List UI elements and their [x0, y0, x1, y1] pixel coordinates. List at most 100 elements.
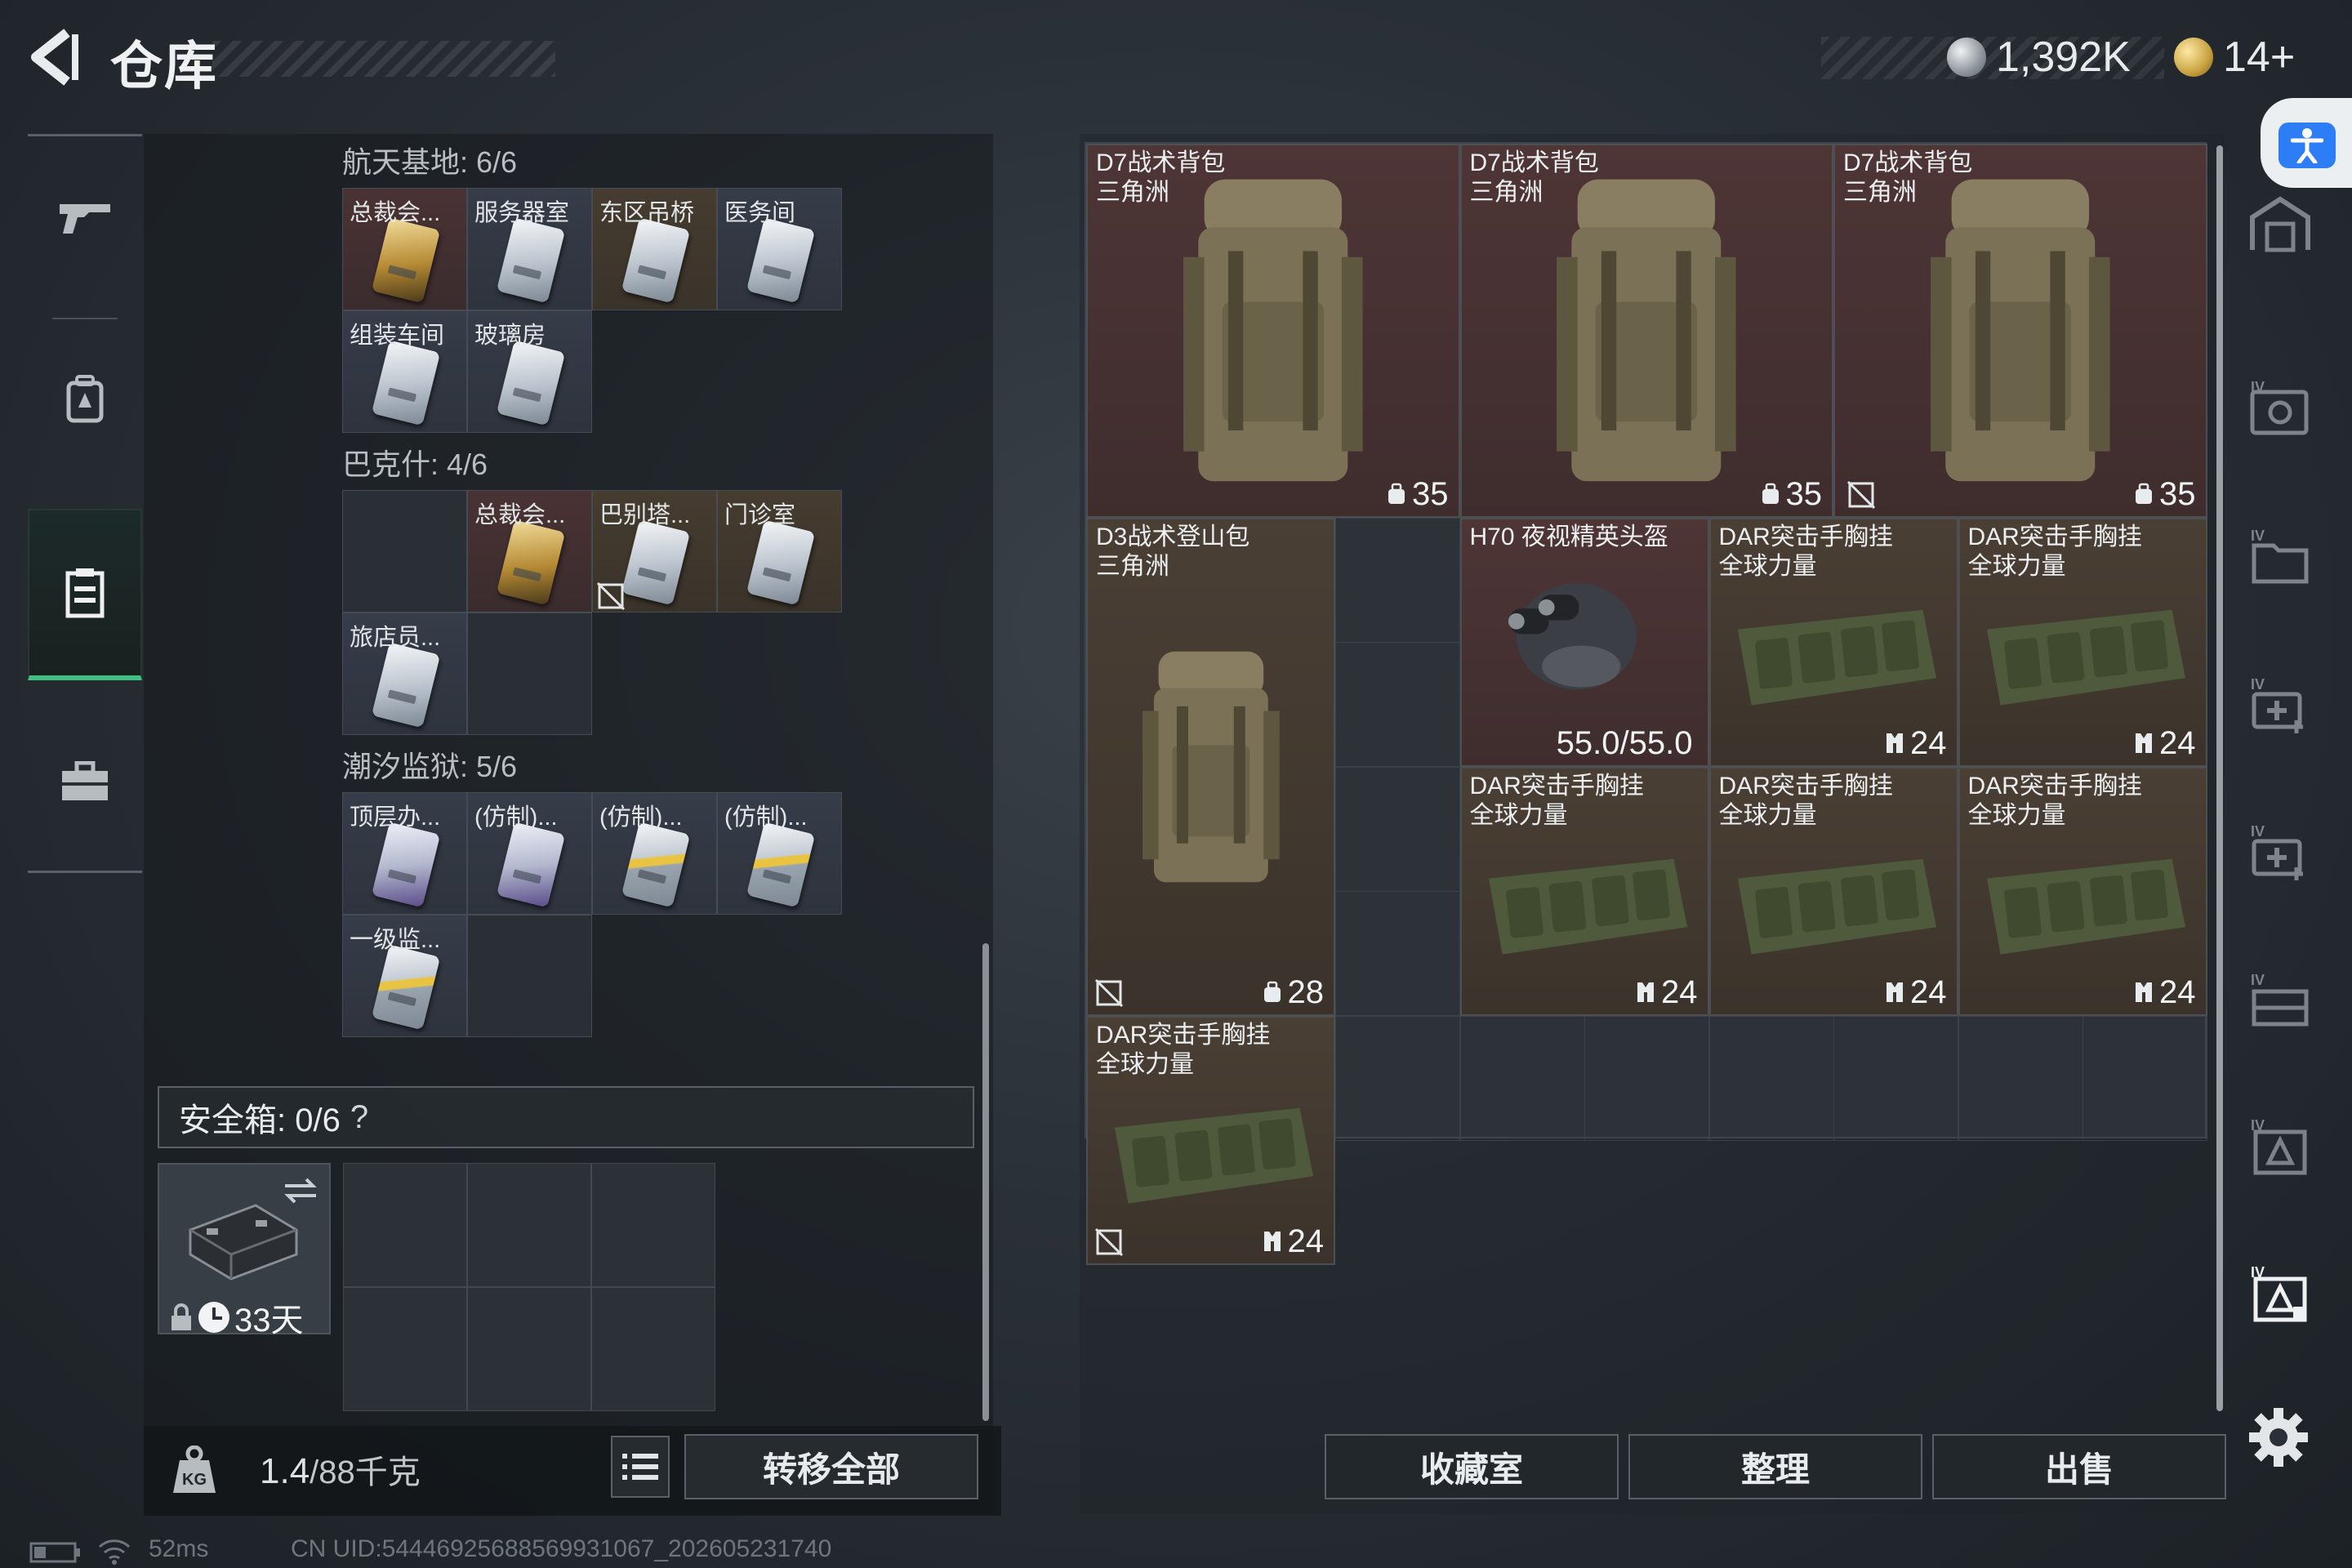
gold-currency[interactable]: 14+ — [2174, 31, 2295, 83]
keycard-slot[interactable]: 一级监... — [342, 915, 467, 1037]
stash-slot[interactable] — [1335, 642, 1460, 767]
item-capacity-value: 35 — [1785, 475, 1823, 512]
keycard-slot[interactable]: 总裁会... — [342, 188, 467, 310]
category-iv-server[interactable]: IV — [2239, 951, 2321, 1049]
no-insurance-icon — [1094, 1227, 1124, 1256]
safe-slot[interactable] — [467, 1163, 591, 1287]
stash-item-backpack[interactable]: D3战术登山包 三角洲 28 — [1086, 517, 1335, 1016]
category-all[interactable] — [2239, 175, 2321, 273]
keycard-slot[interactable]: 门诊室 — [717, 490, 842, 612]
stash-slot[interactable] — [1958, 1015, 2083, 1141]
safe-slot[interactable] — [591, 1287, 715, 1411]
safe-box-help-button[interactable]: ? — [350, 1099, 368, 1136]
stash-slot[interactable] — [1335, 1015, 1460, 1141]
chest-rig-item-icon — [1488, 858, 1687, 955]
keycard-slot[interactable]: 总裁会... — [467, 490, 592, 612]
safe-slot[interactable] — [467, 1287, 591, 1411]
stash-item-vest[interactable]: DAR突击手胸挂 全球力量 24 — [1459, 766, 1709, 1016]
organize-button[interactable]: 整理 — [1628, 1434, 1922, 1499]
safe-box-label: 安全箱: 0/6 — [179, 1102, 341, 1138]
keycard-slot-empty[interactable] — [342, 490, 467, 612]
nav-stash[interactable] — [28, 509, 142, 680]
keycard-slot-empty[interactable] — [467, 612, 592, 735]
back-button[interactable] — [24, 24, 90, 98]
ping-display: 52ms — [149, 1535, 209, 1562]
category-iv-folder[interactable]: IV — [2239, 510, 2321, 608]
keycard-slot[interactable]: 服务器室 — [467, 188, 592, 310]
no-insurance-icon — [596, 581, 626, 611]
stash-item-vest[interactable]: DAR突击手胸挂 全球力量 24 — [1708, 517, 1958, 767]
collection-room-button[interactable]: 收藏室 — [1325, 1434, 1619, 1499]
item-capacity: 24 — [1262, 1223, 1325, 1260]
left-scrollbar[interactable] — [982, 943, 989, 1421]
item-capacity: 24 — [2133, 725, 2196, 762]
sell-button[interactable]: 出售 — [1932, 1434, 2226, 1499]
keycard-icon — [371, 944, 441, 1031]
silver-currency[interactable]: 1,392K — [1947, 31, 2131, 83]
stash-slot[interactable] — [1584, 1015, 1709, 1141]
keycard-slot[interactable]: 医务间 — [717, 188, 842, 310]
keycard-slot-empty[interactable] — [467, 915, 592, 1037]
category-iv-triangle-selected[interactable]: IV — [2239, 1245, 2321, 1343]
stash-slot[interactable] — [1459, 1015, 1585, 1141]
chest-rig-item-icon — [1115, 1107, 1314, 1204]
stash-item-backpack[interactable]: D7战术背包 三角洲 35 — [1086, 144, 1460, 518]
safe-slot[interactable] — [343, 1287, 467, 1411]
weight-display: 1.4/88千克 — [260, 1446, 421, 1493]
stash-item-vest[interactable]: DAR突击手胸挂 全球力量 24 — [1708, 766, 1958, 1016]
keycard-slot[interactable]: (仿制)... — [592, 792, 717, 915]
stash-slot[interactable] — [1335, 766, 1460, 892]
keycard-group-grid: 总裁会... 巴别塔... 门诊室 旅店员... — [342, 490, 842, 735]
tier-medical-icon: IV — [2251, 823, 2303, 880]
keycard-slot[interactable]: 顶层办... — [342, 792, 467, 915]
stash-item-vest[interactable]: DAR突击手胸挂 全球力量 24 — [1086, 1015, 1335, 1265]
keycard-label: 门诊室 — [724, 502, 796, 528]
keycard-slot[interactable]: 旅店员... — [342, 612, 467, 735]
stash-item-backpack[interactable]: D7战术背包 三角洲 35 — [1459, 144, 1833, 518]
safe-slot[interactable] — [591, 1163, 715, 1287]
stash-slot[interactable] — [2082, 1015, 2207, 1141]
item-capacity-value: 24 — [1287, 1223, 1325, 1259]
keycard-slot[interactable]: (仿制)... — [467, 792, 592, 915]
keycard-slot[interactable]: (仿制)... — [717, 792, 842, 915]
item-capacity: 35 — [1760, 475, 1823, 513]
nav-weapons[interactable] — [28, 136, 142, 300]
category-iv-medical-2[interactable]: IV — [2239, 804, 2321, 902]
stash-item-helmet[interactable]: H70 夜视精英头盔 55.0/55.0 — [1459, 517, 1709, 767]
safe-slot[interactable] — [343, 1163, 467, 1287]
keycard-slot[interactable]: 组装车间 — [342, 310, 467, 433]
keycard-slot[interactable]: 东区吊桥 — [592, 188, 717, 310]
stash-grid[interactable]: D7战术背包 三角洲 35 D7战术背包 三角洲 35 D7战术背包 三角洲 35 D3战术… — [1085, 142, 2207, 1265]
stash-item-vest[interactable]: DAR突击手胸挂 全球力量 24 — [1958, 517, 2207, 767]
keycard-icon — [746, 217, 816, 304]
uid-display: CN UID:5444692568856993106​7_20260523174… — [291, 1535, 832, 1562]
stash-slot[interactable] — [1833, 1015, 1958, 1141]
vest-capacity-icon — [1886, 982, 1903, 1002]
safe-box-item[interactable]: 33天 — [158, 1163, 331, 1339]
stash-slot[interactable] — [1335, 517, 1460, 643]
stash-item-backpack[interactable]: D7战术背包 三角洲 35 — [1833, 144, 2207, 518]
stash-item-vest[interactable]: DAR突击手胸挂 全球力量 24 — [1958, 766, 2207, 1016]
stash-slot[interactable] — [1335, 891, 1460, 1016]
chest-rig-item-icon — [1737, 858, 1936, 955]
item-name: DAR突击手胸挂 全球力量 — [1718, 772, 1893, 829]
gun-icon — [60, 204, 110, 234]
wifi-icon — [98, 1539, 131, 1565]
settings-gear-icon[interactable] — [2247, 1406, 2310, 1468]
keycard-label: 顶层办... — [350, 804, 441, 831]
nav-backpack[interactable] — [28, 318, 142, 481]
safe-box-grid[interactable] — [343, 1163, 715, 1413]
tier-folder-icon: IV — [2251, 528, 2309, 584]
keycard-label: 组装车间 — [350, 323, 445, 349]
chest-rig-item-icon — [1986, 858, 2185, 955]
category-iv-triangle[interactable]: IV — [2239, 1098, 2321, 1196]
stash-slot[interactable] — [1708, 1015, 1834, 1141]
nav-toolbox[interactable] — [28, 700, 142, 863]
keycard-label: 一级监... — [350, 927, 441, 953]
list-view-button[interactable] — [611, 1436, 670, 1498]
keycard-slot[interactable]: 玻璃房 — [467, 310, 592, 433]
category-iv-safe[interactable]: IV — [2239, 363, 2321, 461]
transfer-all-button[interactable]: 转移全部 — [684, 1434, 978, 1499]
category-iv-medical[interactable]: IV — [2239, 657, 2321, 755]
stash-scrollbar[interactable] — [2216, 145, 2223, 1411]
